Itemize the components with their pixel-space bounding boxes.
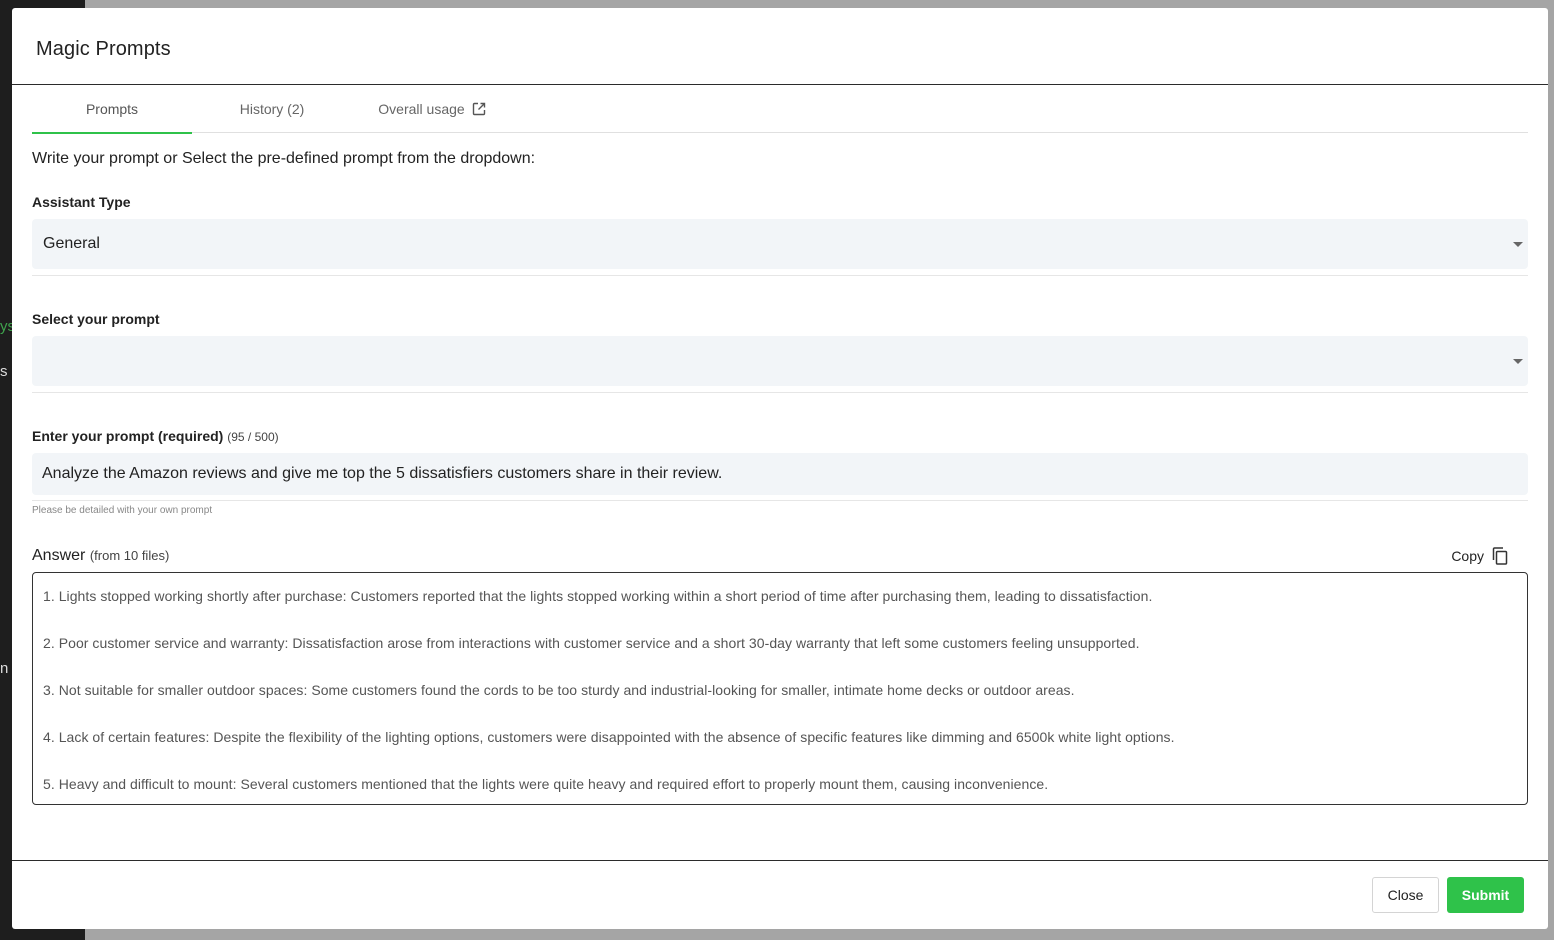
- prompt-input[interactable]: [32, 453, 1528, 495]
- field-divider: [32, 500, 1528, 501]
- enter-prompt-label-text: Enter your prompt (required): [32, 428, 224, 444]
- field-divider: [32, 275, 1528, 276]
- caret-down-icon: [1513, 242, 1523, 247]
- tab-label: Prompts: [85, 101, 139, 117]
- prompt-hint: Please be detailed with your own prompt: [32, 505, 213, 516]
- assistant-type-value: General: [43, 234, 100, 252]
- dialog-header: Magic Prompts: [12, 8, 1548, 85]
- dialog-title: Magic Prompts: [36, 38, 171, 60]
- answer-output[interactable]: 1. Lights stopped working shortly after …: [32, 572, 1528, 805]
- answer-line: 1. Lights stopped working shortly after …: [43, 588, 1153, 604]
- answer-line: 2. Poor customer service and warranty: D…: [43, 635, 1140, 651]
- answer-line: 5. Heavy and difficult to mount: Several…: [43, 776, 1049, 792]
- dialog-body: Prompts History (2) Overall usage Write …: [12, 85, 1548, 805]
- submit-button[interactable]: Submit: [1447, 877, 1524, 913]
- assistant-type-select[interactable]: General: [32, 219, 1528, 269]
- answer-header: Answer (from 10 files) Copy: [32, 544, 1528, 568]
- answer-line: 3. Not suitable for smaller outdoor spac…: [43, 682, 1075, 698]
- enter-prompt-label: Enter your prompt (required) (95 / 500): [32, 428, 1528, 444]
- tab-history[interactable]: History (2): [192, 85, 352, 133]
- instruction-text: Write your prompt or Select the pre-defi…: [32, 150, 536, 167]
- close-button[interactable]: Close: [1372, 877, 1439, 913]
- caret-down-icon: [1513, 359, 1523, 364]
- background-text-fragment: n: [0, 660, 9, 677]
- assistant-type-label: Assistant Type: [32, 194, 131, 210]
- tab-overall-usage[interactable]: Overall usage: [352, 85, 512, 133]
- prompt-character-counter: (95 / 500): [227, 430, 279, 444]
- tab-label: History (2): [239, 101, 305, 117]
- copy-button[interactable]: Copy: [1451, 547, 1508, 565]
- tab-prompts[interactable]: Prompts: [32, 85, 192, 134]
- background-text-fragment: s: [0, 363, 8, 380]
- dialog-footer: Close Submit: [12, 860, 1548, 929]
- answer-line: 4. Lack of certain features: Despite the…: [43, 729, 1175, 745]
- tab-label: Overall usage: [378, 101, 465, 117]
- answer-title: Answer (from 10 files): [32, 547, 169, 565]
- select-prompt-select[interactable]: [32, 336, 1528, 386]
- copy-icon: [1492, 547, 1508, 565]
- field-divider: [32, 392, 1528, 393]
- answer-source: (from 10 files): [89, 548, 170, 563]
- tab-bar: Prompts History (2) Overall usage: [32, 85, 1528, 134]
- magic-prompts-dialog: Magic Prompts Prompts History (2) Overal…: [12, 8, 1548, 929]
- answer-title-text: Answer: [32, 547, 86, 564]
- copy-label: Copy: [1451, 548, 1484, 564]
- select-prompt-label: Select your prompt: [32, 311, 160, 327]
- external-link-icon: [472, 102, 485, 116]
